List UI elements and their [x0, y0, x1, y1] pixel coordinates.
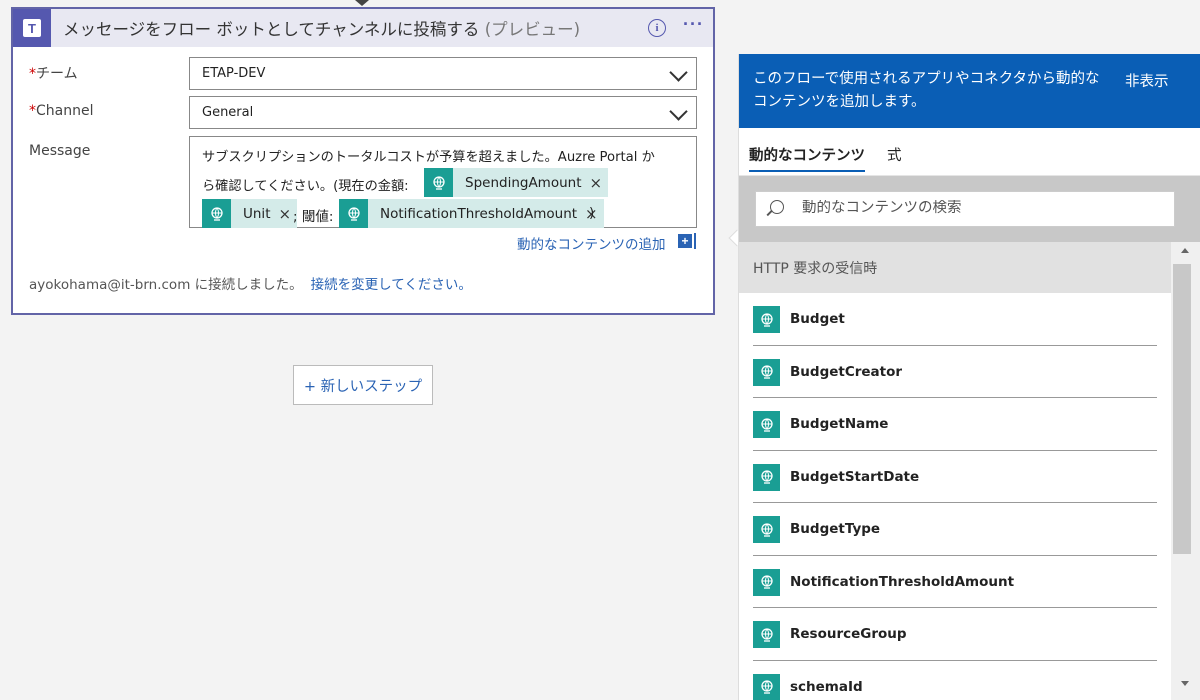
- token-label: SpendingAmount: [465, 174, 582, 191]
- section-header[interactable]: HTTP 要求の受信時: [739, 242, 1171, 293]
- add-dynamic-content-link[interactable]: 動的なコンテンツの追加: [517, 233, 666, 253]
- token-label: Unit: [243, 205, 271, 222]
- list-item[interactable]: schemaId: [739, 661, 1171, 700]
- list-item[interactable]: ResourceGroup: [739, 608, 1171, 661]
- globe-icon: [753, 673, 780, 700]
- list-item-label: BudgetName: [790, 416, 889, 432]
- scrollbar[interactable]: [1171, 242, 1200, 700]
- list-item[interactable]: BudgetCreator: [739, 346, 1171, 399]
- scroll-up-icon[interactable]: [1181, 248, 1189, 253]
- message-text-line1: サブスクリプションのトータルコストが予算を超えました。Auzre Portal …: [202, 150, 655, 165]
- separator-text: ; 閾値:: [293, 209, 334, 225]
- channel-value: General: [202, 105, 254, 120]
- card-header[interactable]: T メッセージをフロー ボットとしてチャンネルに投稿する (プレビュー) i ·…: [13, 9, 713, 47]
- info-icon[interactable]: i: [648, 19, 666, 37]
- channel-label: *Channel: [29, 103, 94, 119]
- change-connection-link[interactable]: 接続を変更してください。: [311, 277, 472, 293]
- teams-icon: T: [13, 9, 51, 47]
- globe-icon: [753, 411, 780, 438]
- globe-icon: [424, 168, 453, 197]
- message-input[interactable]: サブスクリプションのトータルコストが予算を超えました。Auzre Portal …: [189, 136, 697, 228]
- close-icon[interactable]: ×: [278, 205, 291, 223]
- chevron-down-icon: [670, 67, 684, 81]
- list-item[interactable]: BudgetStartDate: [739, 451, 1171, 504]
- list-item-label: NotificationThresholdAmount: [790, 573, 1015, 590]
- team-label: *チーム: [29, 66, 78, 82]
- close-icon[interactable]: ×: [590, 174, 603, 192]
- flow-connector-arrow: [355, 0, 369, 6]
- token-unit[interactable]: Unit ×: [202, 199, 298, 228]
- search-icon: [770, 200, 784, 214]
- globe-icon: [753, 306, 780, 333]
- tab-dynamic-content[interactable]: 動的なコンテンツ: [749, 144, 865, 172]
- list-item[interactable]: Budget: [739, 293, 1171, 346]
- globe-icon: [339, 199, 368, 228]
- hide-button[interactable]: 非表示: [1125, 70, 1169, 91]
- closing-text: ): [589, 205, 595, 221]
- list-item-label: BudgetType: [790, 521, 881, 537]
- globe-icon: [753, 621, 780, 648]
- list-item[interactable]: BudgetType: [739, 503, 1171, 556]
- list-item-label: BudgetStartDate: [790, 468, 920, 485]
- dynamic-content-list: Budget BudgetCreator BudgetName BudgetStart…: [739, 293, 1171, 700]
- add-dynamic-indicator: [694, 233, 696, 249]
- globe-icon: [753, 516, 780, 543]
- chevron-down-icon: [670, 106, 684, 120]
- message-text-line2: ら確認してください。(現在の金額:: [202, 179, 409, 194]
- globe-icon: [753, 463, 780, 491]
- list-item[interactable]: BudgetName: [739, 398, 1171, 451]
- search-area: [739, 176, 1200, 242]
- team-value: ETAP-DEV: [202, 66, 266, 81]
- card-title: メッセージをフロー ボットとしてチャンネルに投稿する (プレビュー): [63, 20, 581, 39]
- connection-info: ayokohama@it-brn.com に接続しました。 接続を変更してください…: [29, 277, 472, 293]
- list-item-label: schemaId: [790, 678, 863, 695]
- scroll-down-icon[interactable]: [1181, 681, 1189, 686]
- globe-icon: [753, 358, 780, 386]
- team-select[interactable]: ETAP-DEV: [189, 57, 697, 90]
- plus-icon[interactable]: +: [678, 234, 692, 248]
- token-spending-amount[interactable]: SpendingAmount ×: [424, 168, 609, 197]
- message-label: Message: [29, 143, 91, 159]
- globe-icon: [202, 199, 231, 228]
- tab-expression[interactable]: 式: [887, 144, 902, 165]
- globe-icon: [753, 568, 780, 596]
- scrollbar-thumb[interactable]: [1173, 264, 1191, 554]
- panel-description: このフローで使用されるアプリやコネクタから動的なコンテンツを追加します。: [753, 71, 1100, 110]
- channel-select[interactable]: General: [189, 96, 697, 129]
- new-step-button[interactable]: + 新しいステップ: [293, 365, 433, 405]
- search-box[interactable]: [755, 191, 1175, 227]
- more-options-icon[interactable]: ···: [683, 14, 704, 35]
- token-label: NotificationThresholdAmount: [380, 205, 578, 222]
- dynamic-content-panel: このフローで使用されるアプリやコネクタから動的なコンテンツを追加します。 非表示…: [738, 54, 1200, 700]
- token-notification-threshold[interactable]: NotificationThresholdAmount ×: [339, 199, 604, 228]
- teams-post-message-card: T メッセージをフロー ボットとしてチャンネルに投稿する (プレビュー) i ·…: [11, 7, 715, 315]
- list-item-label: Budget: [790, 311, 845, 327]
- panel-header: このフローで使用されるアプリやコネクタから動的なコンテンツを追加します。 非表示: [739, 54, 1200, 128]
- list-item-label: ResourceGroup: [790, 626, 907, 642]
- search-input[interactable]: [802, 200, 1162, 216]
- list-item[interactable]: NotificationThresholdAmount: [739, 556, 1171, 609]
- list-item-label: BudgetCreator: [790, 363, 903, 380]
- panel-tabs: 動的なコンテンツ 式: [739, 128, 1200, 176]
